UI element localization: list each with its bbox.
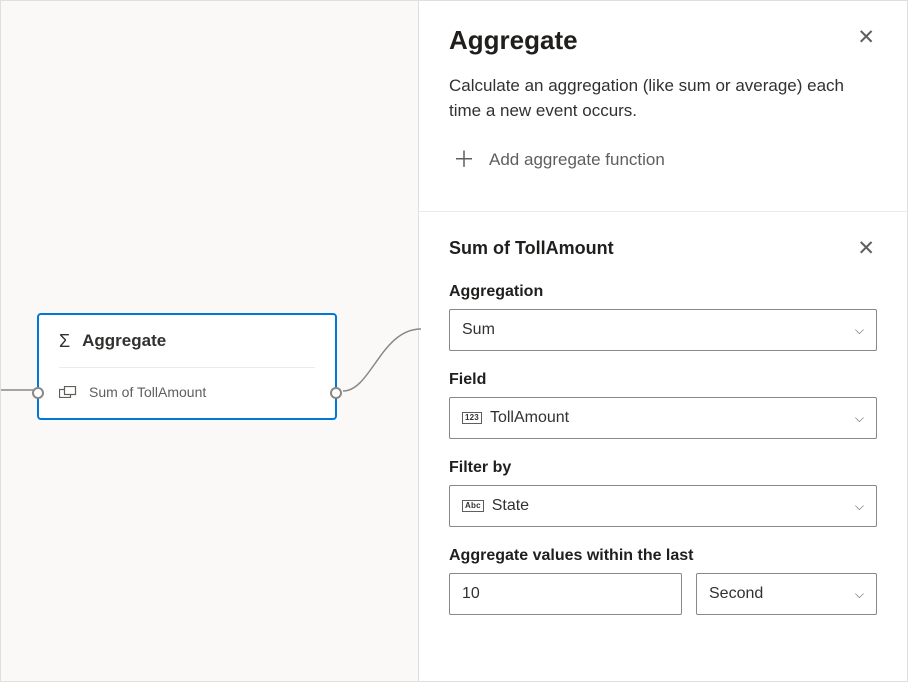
panel-title: Aggregate <box>449 25 578 56</box>
window-value-input[interactable] <box>449 573 682 615</box>
node-function-label: Sum of TollAmount <box>89 384 206 400</box>
add-aggregate-function-button[interactable]: ＋ Add aggregate function <box>453 149 665 171</box>
input-port[interactable] <box>32 387 44 399</box>
plus-icon: ＋ <box>453 149 475 171</box>
aggregate-node[interactable]: Σ Aggregate Sum of TollAmount <box>37 313 337 420</box>
chevron-down-icon: ⌵ <box>855 587 864 602</box>
node-title: Aggregate <box>82 331 166 351</box>
filter-by-select[interactable]: Abc State ⌵ <box>449 485 877 527</box>
close-panel-button[interactable]: ✕ <box>855 25 877 50</box>
chevron-down-icon: ⌵ <box>855 323 864 338</box>
field-value: TollAmount <box>490 409 569 427</box>
function-icon <box>59 386 77 398</box>
sigma-icon: Σ <box>59 332 70 350</box>
text-type-icon: Abc <box>462 500 484 512</box>
filter-by-value: State <box>492 497 529 515</box>
aggregate-function-section: Sum of TollAmount ✕ Aggregation Sum ⌵ Fi… <box>419 212 907 655</box>
output-port[interactable] <box>330 387 342 399</box>
flow-canvas[interactable]: Σ Aggregate Sum of TollAmount <box>1 1 419 681</box>
filter-by-label: Filter by <box>449 459 877 477</box>
remove-function-button[interactable]: ✕ <box>855 236 877 261</box>
edge-left <box>1 389 35 391</box>
edge-right <box>341 321 421 401</box>
chevron-down-icon: ⌵ <box>855 499 864 514</box>
aggregation-select[interactable]: Sum ⌵ <box>449 309 877 351</box>
aggregation-label: Aggregation <box>449 283 877 301</box>
node-function-row[interactable]: Sum of TollAmount <box>39 368 335 418</box>
properties-panel: Aggregate ✕ Calculate an aggregation (li… <box>419 1 907 681</box>
close-icon: ✕ <box>857 26 875 49</box>
close-icon: ✕ <box>857 237 875 260</box>
add-function-label: Add aggregate function <box>489 150 665 170</box>
chevron-down-icon: ⌵ <box>855 411 864 426</box>
node-header: Σ Aggregate <box>39 315 335 367</box>
window-unit-select[interactable]: Second ⌵ <box>696 573 877 615</box>
window-unit-value: Second <box>709 585 763 603</box>
panel-description: Calculate an aggregation (like sum or av… <box>449 74 877 123</box>
aggregation-value: Sum <box>462 321 495 339</box>
field-select[interactable]: 123 TollAmount ⌵ <box>449 397 877 439</box>
section-title: Sum of TollAmount <box>449 238 614 259</box>
field-label: Field <box>449 371 877 389</box>
number-type-icon: 123 <box>462 412 482 424</box>
window-label: Aggregate values within the last <box>449 547 877 565</box>
